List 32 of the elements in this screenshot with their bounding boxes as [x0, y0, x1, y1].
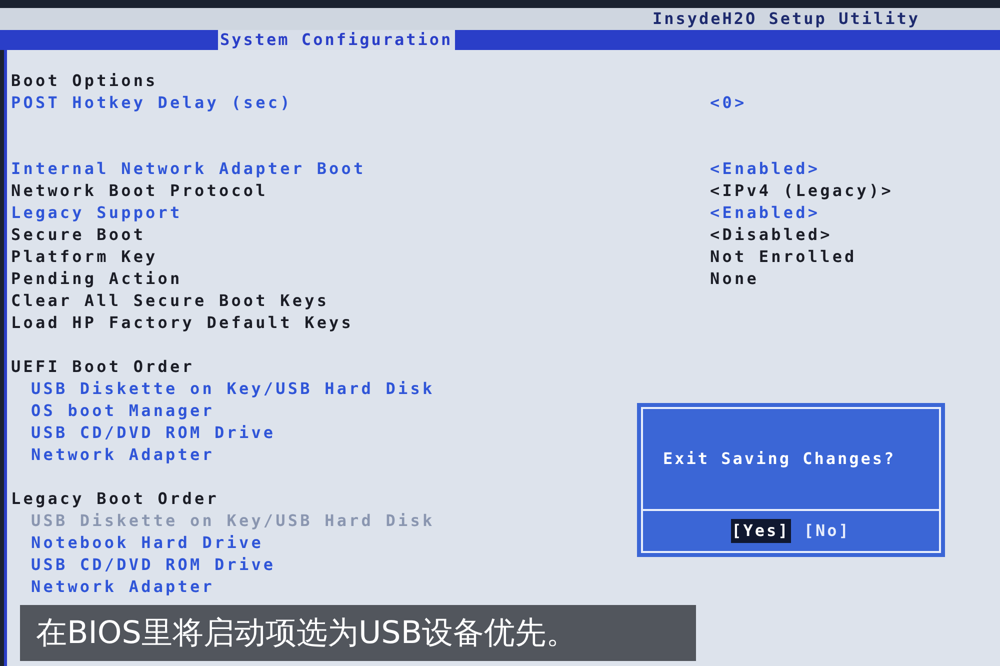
setting-value[interactable]: <0> — [710, 92, 747, 114]
setting-label: Platform Key — [11, 246, 158, 268]
setting-label[interactable]: Notebook Hard Drive — [31, 532, 264, 554]
setting-label: Secure Boot — [11, 224, 146, 246]
setting-label[interactable]: Network Adapter — [31, 576, 214, 598]
setting-label[interactable]: USB Diskette on Key/USB Hard Disk — [31, 378, 435, 400]
dialog-message: Exit Saving Changes? — [663, 448, 896, 470]
setting-value: <Disabled> — [710, 224, 832, 246]
setting-label[interactable]: Internal Network Adapter Boot — [11, 158, 366, 180]
setting-value[interactable]: <Enabled> — [710, 158, 820, 180]
section-heading: Legacy Boot Order — [11, 488, 219, 510]
window-title: InsydeH2O Setup Utility — [652, 8, 920, 30]
section-heading: Boot Options — [11, 70, 158, 92]
setting-label[interactable]: OS boot Manager — [31, 400, 214, 422]
setting-value: Not Enrolled — [710, 246, 857, 268]
setting-value: None — [710, 268, 759, 290]
tab[interactable]: System Configuration — [218, 30, 455, 50]
caption-text: 在BIOS里将启动项选为USB设备优先。 — [36, 614, 578, 653]
dialog-button[interactable]: [No] — [802, 519, 852, 543]
setting-label: Network Boot Protocol — [11, 180, 268, 202]
setting-label[interactable]: USB CD/DVD ROM Drive — [31, 554, 276, 576]
setting-label[interactable]: Legacy Support — [11, 202, 182, 224]
setting-value: <IPv4 (Legacy)> — [710, 180, 894, 202]
dialog-button[interactable]: [Yes] — [730, 519, 791, 543]
setting-label: Pending Action — [11, 268, 182, 290]
section-heading: UEFI Boot Order — [11, 356, 194, 378]
setting-label: Load HP Factory Default Keys — [11, 312, 354, 334]
setting-label[interactable]: USB CD/DVD ROM Drive — [31, 422, 276, 444]
setting-value[interactable]: <Enabled> — [710, 202, 820, 224]
setting-label[interactable]: Network Adapter — [31, 444, 214, 466]
setting-label: Clear All Secure Boot Keys — [11, 290, 330, 312]
setting-label[interactable]: POST Hotkey Delay (sec) — [11, 92, 292, 114]
